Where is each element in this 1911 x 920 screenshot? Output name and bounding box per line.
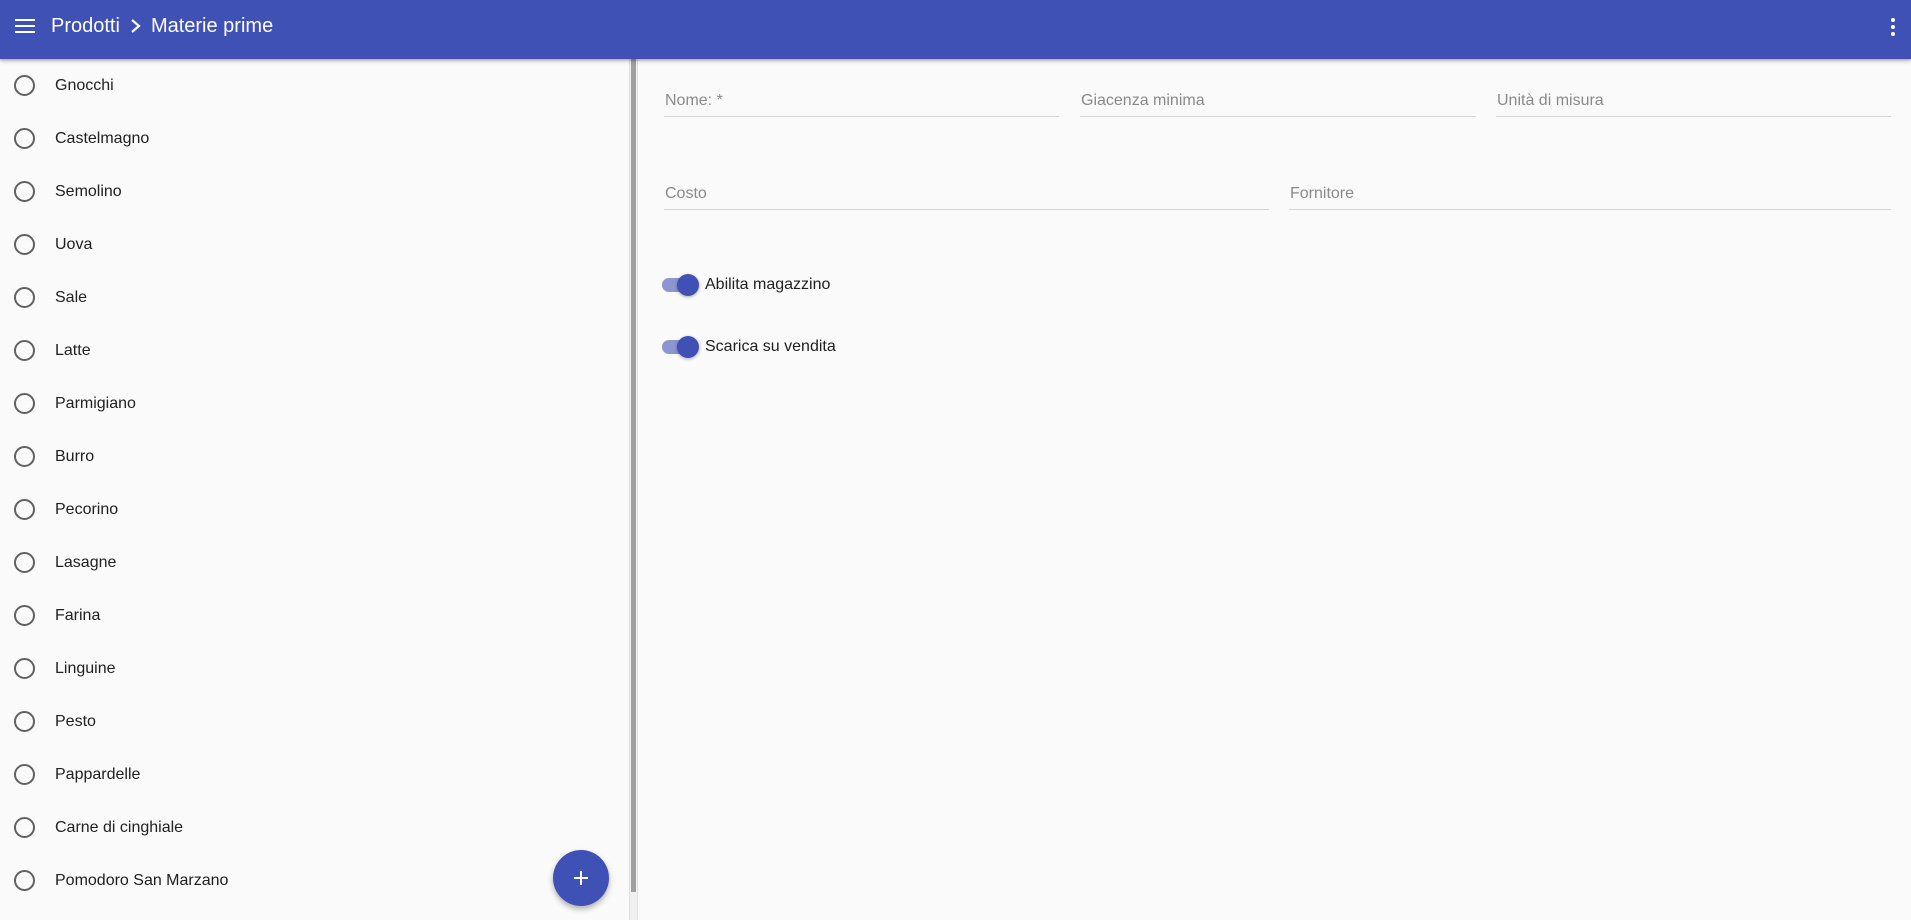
list-item-label: Carne di cinghiale bbox=[55, 818, 184, 836]
radio-button[interactable] bbox=[14, 605, 35, 626]
list-item[interactable]: Uova bbox=[0, 218, 629, 271]
fornitore-input[interactable] bbox=[1289, 181, 1891, 207]
list-item[interactable]: Burro bbox=[0, 430, 629, 483]
nome-field bbox=[664, 83, 1059, 117]
list-item[interactable]: Castelmagno bbox=[0, 112, 629, 165]
unita-di-misura-field bbox=[1496, 83, 1891, 117]
panel-splitter[interactable] bbox=[629, 59, 638, 920]
plus-icon bbox=[574, 871, 588, 885]
radio-button[interactable] bbox=[14, 499, 35, 520]
breadcrumb-item-prodotti[interactable]: Prodotti bbox=[51, 14, 120, 38]
radio-button[interactable] bbox=[14, 711, 35, 732]
radio-button[interactable] bbox=[14, 446, 35, 467]
scarica-su-vendita-toggle[interactable]: Scarica su vendita bbox=[661, 334, 836, 360]
radio-button[interactable] bbox=[14, 128, 35, 149]
unita-di-misura-input[interactable] bbox=[1496, 88, 1891, 114]
chevron-right-icon bbox=[131, 19, 141, 33]
costo-input[interactable] bbox=[664, 181, 1269, 207]
list-item[interactable]: Pomodoro San Marzano bbox=[0, 854, 629, 907]
breadcrumb-item-materie-prime: Materie prime bbox=[150, 15, 274, 37]
list-item[interactable]: Pappardelle bbox=[0, 748, 629, 801]
list-item[interactable]: Latte bbox=[0, 324, 629, 377]
list-item-label: Farina bbox=[55, 606, 101, 624]
list-item-label: Pesto bbox=[55, 712, 96, 730]
toggle-label: Scarica su vendita bbox=[705, 338, 836, 355]
list-item-label: Lasagne bbox=[55, 553, 117, 571]
list-item[interactable]: Carne di cinghiale bbox=[0, 801, 629, 854]
giacenza-minima-field bbox=[1080, 83, 1476, 117]
more-vertical-icon[interactable] bbox=[1887, 16, 1899, 38]
list-item[interactable]: Pesto bbox=[0, 695, 629, 748]
list-item[interactable]: Parmigiano bbox=[0, 377, 629, 430]
radio-button[interactable] bbox=[14, 75, 35, 96]
list-item-label: Sale bbox=[55, 288, 88, 306]
list-item-label: Pomodoro San Marzano bbox=[55, 871, 229, 889]
list-item-label: Burro bbox=[55, 447, 95, 465]
breadcrumb: Prodotti Materie prime bbox=[51, 14, 273, 38]
list-item-label: Castelmagno bbox=[55, 129, 150, 147]
costo-field bbox=[664, 176, 1269, 210]
list-item[interactable]: Lasagne bbox=[0, 536, 629, 589]
list-item-label: Pappardelle bbox=[55, 765, 141, 783]
list-item[interactable]: Semolino bbox=[0, 165, 629, 218]
list-item-label: Semolino bbox=[55, 182, 122, 200]
toggle-switch[interactable] bbox=[661, 274, 699, 296]
radio-button[interactable] bbox=[14, 764, 35, 785]
radio-button[interactable] bbox=[14, 870, 35, 891]
materials-list: Gnocchi Castelmagno Semolino Uova Sale L… bbox=[0, 59, 629, 920]
scrollbar-thumb[interactable] bbox=[631, 59, 636, 892]
add-material-button[interactable] bbox=[553, 850, 609, 906]
radio-button[interactable] bbox=[14, 234, 35, 255]
list-item-label: Latte bbox=[55, 341, 91, 359]
giacenza-minima-input[interactable] bbox=[1080, 88, 1476, 114]
radio-button[interactable] bbox=[14, 181, 35, 202]
list-item-label: Uova bbox=[55, 235, 93, 253]
toggle-switch[interactable] bbox=[661, 336, 699, 358]
toggle-label: Abilita magazzino bbox=[705, 276, 831, 293]
radio-button[interactable] bbox=[14, 552, 35, 573]
radio-button[interactable] bbox=[14, 287, 35, 308]
radio-button[interactable] bbox=[14, 393, 35, 414]
list-item[interactable]: Farina bbox=[0, 589, 629, 642]
list-item-label: Parmigiano bbox=[55, 394, 136, 412]
nome-input[interactable] bbox=[664, 88, 1059, 114]
fornitore-field bbox=[1289, 176, 1891, 210]
radio-button[interactable] bbox=[14, 817, 35, 838]
list-item[interactable]: Linguine bbox=[0, 642, 629, 695]
hamburger-menu-icon[interactable] bbox=[12, 13, 38, 39]
radio-button[interactable] bbox=[14, 340, 35, 361]
list-item[interactable]: Pecorino bbox=[0, 483, 629, 536]
list-item-label: Gnocchi bbox=[55, 76, 114, 94]
list-item[interactable]: Sale bbox=[0, 271, 629, 324]
abilita-magazzino-toggle[interactable]: Abilita magazzino bbox=[661, 272, 830, 298]
list-item[interactable]: Gnocchi bbox=[0, 59, 629, 112]
app-bar: Prodotti Materie prime bbox=[0, 0, 1911, 59]
list-item-label: Linguine bbox=[55, 659, 116, 677]
radio-button[interactable] bbox=[14, 658, 35, 679]
list-item-label: Pecorino bbox=[55, 500, 119, 518]
